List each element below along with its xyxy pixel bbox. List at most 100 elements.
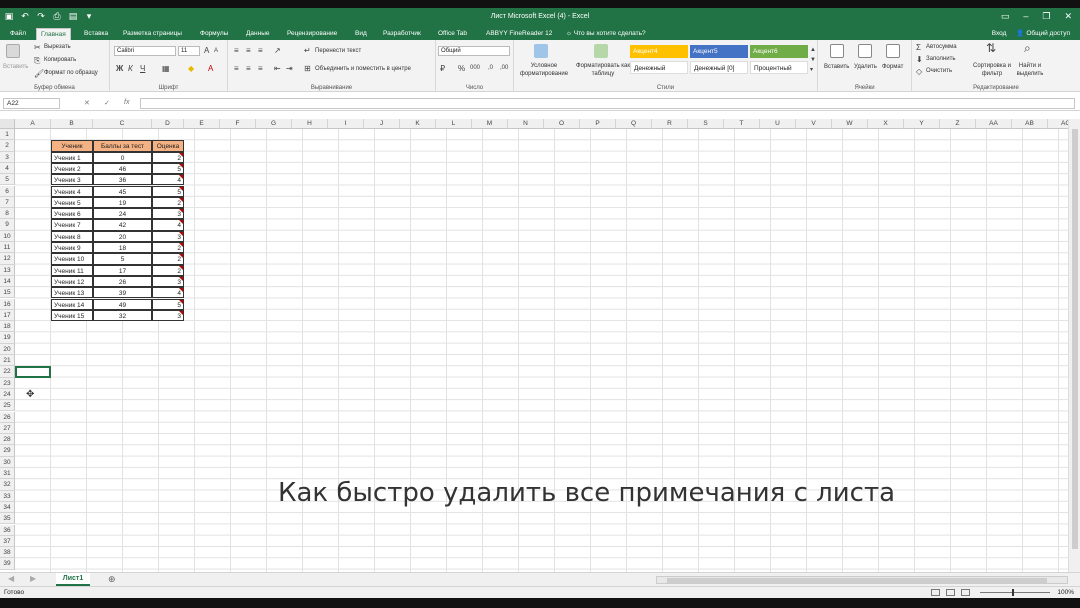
style-accent5[interactable]: Акцент5 [690, 45, 748, 58]
table-cell[interactable]: Ученик 10 [51, 253, 93, 265]
grade-cell-with-comment[interactable]: 2 [152, 196, 184, 209]
row-header[interactable]: 14 [0, 275, 15, 288]
table-cell[interactable]: Ученик 2 [51, 162, 93, 175]
column-header[interactable]: U [760, 119, 796, 129]
align-center-icon[interactable]: ≡ [246, 64, 251, 73]
row-header[interactable]: 29 [0, 445, 15, 457]
row-header[interactable]: 32 [0, 479, 15, 491]
column-header[interactable]: T [724, 119, 760, 129]
row-header[interactable]: 16 [0, 298, 15, 310]
row-header[interactable]: 13 [0, 264, 15, 276]
styles-scroll-down-icon[interactable]: ▼ [810, 56, 816, 65]
table-cell[interactable]: 24 [93, 208, 152, 220]
conditional-formatting-button[interactable]: Условное форматирование [516, 62, 572, 78]
grade-cell-with-comment[interactable]: 2 [152, 264, 184, 276]
increase-decimal-icon[interactable]: ,0 [488, 64, 493, 73]
close-icon[interactable]: ✕ [1064, 11, 1072, 21]
next-sheet-icon[interactable]: ▶ [30, 574, 36, 583]
table-cell[interactable]: Ученик 9 [51, 242, 93, 254]
zoom-level[interactable]: 100% [1057, 587, 1074, 598]
row-header[interactable]: 20 [0, 343, 15, 355]
format-cells-button[interactable]: Формат [882, 64, 903, 70]
autosum-button[interactable]: Автосумма [926, 44, 957, 50]
bold-icon[interactable]: Ж [116, 64, 123, 73]
row-header[interactable]: 17 [0, 309, 15, 322]
table-cell[interactable]: 26 [93, 275, 152, 288]
tab-formulas[interactable]: Формулы [196, 28, 232, 40]
column-header[interactable]: D [152, 119, 184, 129]
cancel-icon[interactable]: ✕ [84, 99, 90, 107]
column-header[interactable]: I [328, 119, 364, 129]
row-header[interactable]: 21 [0, 355, 15, 367]
tab-view[interactable]: Вид [351, 28, 371, 40]
font-color-icon[interactable]: A [208, 64, 213, 73]
grade-cell-with-comment[interactable]: 3 [152, 275, 184, 288]
enter-icon[interactable]: ✓ [104, 99, 110, 107]
table-cell[interactable]: 49 [93, 298, 152, 310]
grade-cell-with-comment[interactable]: 2 [152, 253, 184, 265]
format-as-table-button[interactable]: Форматировать как таблицу [576, 62, 630, 78]
align-middle-icon[interactable]: ≡ [246, 46, 251, 55]
column-header[interactable]: V [796, 119, 832, 129]
horizontal-scrollbar[interactable] [656, 576, 1068, 584]
find-select-button[interactable]: Найти и выделить [1010, 62, 1050, 78]
row-header[interactable]: 31 [0, 468, 15, 480]
row-header[interactable]: 4 [0, 162, 15, 175]
row-header[interactable]: 19 [0, 332, 15, 344]
italic-icon[interactable]: К [128, 64, 133, 73]
column-header[interactable]: S [688, 119, 724, 129]
table-cell[interactable]: 36 [93, 174, 152, 186]
row-header[interactable]: 2 [0, 140, 15, 152]
restore-icon[interactable]: ❐ [1042, 11, 1050, 21]
paste-label[interactable]: Вставить [3, 64, 28, 70]
row-header[interactable]: 37 [0, 535, 15, 548]
column-header[interactable]: X [868, 119, 904, 129]
insert-function-icon[interactable]: fx [124, 99, 129, 106]
column-header[interactable]: M [472, 119, 508, 129]
add-sheet-icon[interactable]: ⊕ [108, 574, 116, 585]
tab-data[interactable]: Данные [242, 28, 273, 40]
column-header[interactable]: F [220, 119, 256, 129]
tab-page-layout[interactable]: Разметка страницы [119, 28, 186, 40]
row-header[interactable]: 18 [0, 321, 15, 333]
row-header[interactable]: 11 [0, 242, 15, 254]
align-top-icon[interactable]: ≡ [234, 46, 239, 55]
increase-indent-icon[interactable]: ⇥ [286, 64, 293, 73]
align-left-icon[interactable]: ≡ [234, 64, 239, 73]
ribbon-display-icon[interactable]: ▭ [1001, 11, 1010, 21]
tab-developer[interactable]: Разработчик [379, 28, 425, 40]
merge-center-button[interactable]: Объединить и поместить в центре [315, 66, 411, 72]
column-header[interactable]: Y [904, 119, 940, 129]
sheet-tab[interactable]: Лист1 [56, 573, 90, 586]
column-header[interactable]: E [184, 119, 220, 129]
currency-icon[interactable]: ₽ [440, 64, 445, 73]
decrease-indent-icon[interactable]: ⇤ [274, 64, 281, 73]
grow-font-icon[interactable]: A [204, 46, 209, 55]
minimize-icon[interactable]: – [1023, 11, 1028, 21]
column-header[interactable]: P [580, 119, 616, 129]
share-button[interactable]: 👤 Общий доступ [1016, 28, 1070, 40]
table-cell[interactable]: Ученик 12 [51, 275, 93, 288]
grade-cell-with-comment[interactable]: 5 [152, 185, 184, 197]
row-header[interactable]: 1 [0, 129, 15, 141]
grade-cell-with-comment[interactable]: 3 [152, 208, 184, 220]
column-header[interactable]: O [544, 119, 580, 129]
table-header-cell[interactable]: Ученик [51, 140, 93, 152]
row-header[interactable]: 10 [0, 230, 15, 242]
table-cell[interactable]: Ученик 8 [51, 230, 93, 242]
table-cell[interactable]: Ученик 14 [51, 298, 93, 310]
row-header[interactable]: 38 [0, 547, 15, 559]
column-header[interactable]: Z [940, 119, 976, 129]
table-cell[interactable]: 5 [93, 253, 152, 265]
fill-color-icon[interactable]: ◆ [188, 64, 194, 73]
zoom-slider[interactable] [980, 589, 1050, 596]
row-header[interactable]: 3 [0, 151, 15, 163]
row-header[interactable]: 23 [0, 377, 15, 389]
delete-cells-button[interactable]: Удалить [854, 64, 877, 70]
tab-office-tab[interactable]: Office Tab [434, 28, 471, 40]
styles-more-icon[interactable]: ▾ [810, 66, 813, 75]
row-header[interactable]: 5 [0, 174, 15, 186]
row-header[interactable]: 8 [0, 208, 15, 220]
table-cell[interactable]: 20 [93, 230, 152, 242]
grade-cell-with-comment[interactable]: 3 [152, 230, 184, 242]
